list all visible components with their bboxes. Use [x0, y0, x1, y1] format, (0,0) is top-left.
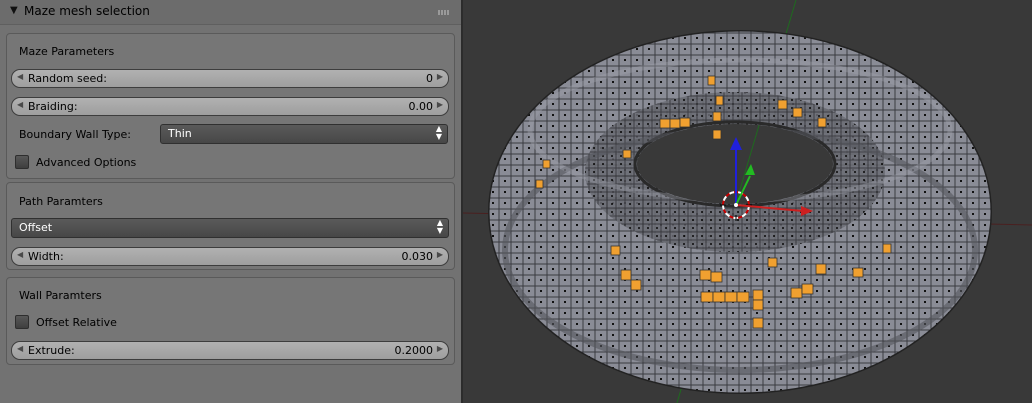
- braiding-label: Braiding:: [28, 100, 78, 113]
- width-value: 0.030: [401, 250, 434, 263]
- decrement-arrow-icon[interactable]: ◀: [17, 250, 23, 259]
- boundary-wall-type-label: Boundary Wall Type:: [19, 128, 131, 141]
- extrude-field[interactable]: ◀ Extrude: 0.2000 ▶: [11, 341, 449, 360]
- up-down-arrows-icon: ▲ ▼: [436, 218, 443, 235]
- random-seed-value: 0: [426, 72, 433, 85]
- offset-relative-checkbox[interactable]: [15, 315, 29, 329]
- increment-arrow-icon[interactable]: ▶: [437, 72, 443, 81]
- extrude-value: 0.2000: [394, 344, 434, 357]
- path-parameters-heading: Path Paramters: [19, 195, 103, 208]
- decrement-arrow-icon[interactable]: ◀: [17, 72, 23, 81]
- random-seed-label: Random seed:: [28, 72, 107, 85]
- advanced-options-label: Advanced Options: [36, 156, 137, 169]
- operator-panel: ▼ Maze mesh selection Maze Parameters ◀ …: [0, 0, 461, 403]
- braiding-field[interactable]: ◀ Braiding: 0.00 ▶: [11, 97, 449, 116]
- width-field[interactable]: ◀ Width: 0.030 ▶: [11, 247, 449, 266]
- increment-arrow-icon[interactable]: ▶: [437, 250, 443, 259]
- boundary-wall-type-dropdown[interactable]: Thin ▲ ▼: [160, 124, 448, 144]
- maze-parameters-heading: Maze Parameters: [19, 45, 115, 58]
- up-down-arrows-icon: ▲ ▼: [435, 124, 442, 141]
- advanced-options-checkbox[interactable]: [15, 155, 29, 169]
- viewport-canvas[interactable]: [463, 0, 1032, 403]
- panel-title: Maze mesh selection: [24, 4, 150, 18]
- braiding-value: 0.00: [408, 100, 434, 113]
- increment-arrow-icon[interactable]: ▶: [437, 100, 443, 109]
- boundary-wall-type-value: Thin: [168, 127, 192, 140]
- drag-grip-icon[interactable]: [438, 10, 450, 15]
- path-mode-dropdown[interactable]: Offset ▲ ▼: [11, 218, 449, 238]
- decrement-arrow-icon[interactable]: ◀: [17, 100, 23, 109]
- collapse-triangle-icon[interactable]: ▼: [10, 5, 18, 16]
- extrude-label: Extrude:: [28, 344, 75, 357]
- path-mode-value: Offset: [19, 221, 53, 234]
- wall-parameters-heading: Wall Paramters: [19, 289, 102, 302]
- width-label: Width:: [28, 250, 64, 263]
- random-seed-field[interactable]: ◀ Random seed: 0 ▶: [11, 69, 449, 88]
- decrement-arrow-icon[interactable]: ◀: [17, 344, 23, 353]
- panel-header[interactable]: ▼ Maze mesh selection: [0, 0, 461, 25]
- increment-arrow-icon[interactable]: ▶: [437, 344, 443, 353]
- offset-relative-label: Offset Relative: [36, 316, 117, 329]
- 3d-viewport[interactable]: [463, 0, 1032, 403]
